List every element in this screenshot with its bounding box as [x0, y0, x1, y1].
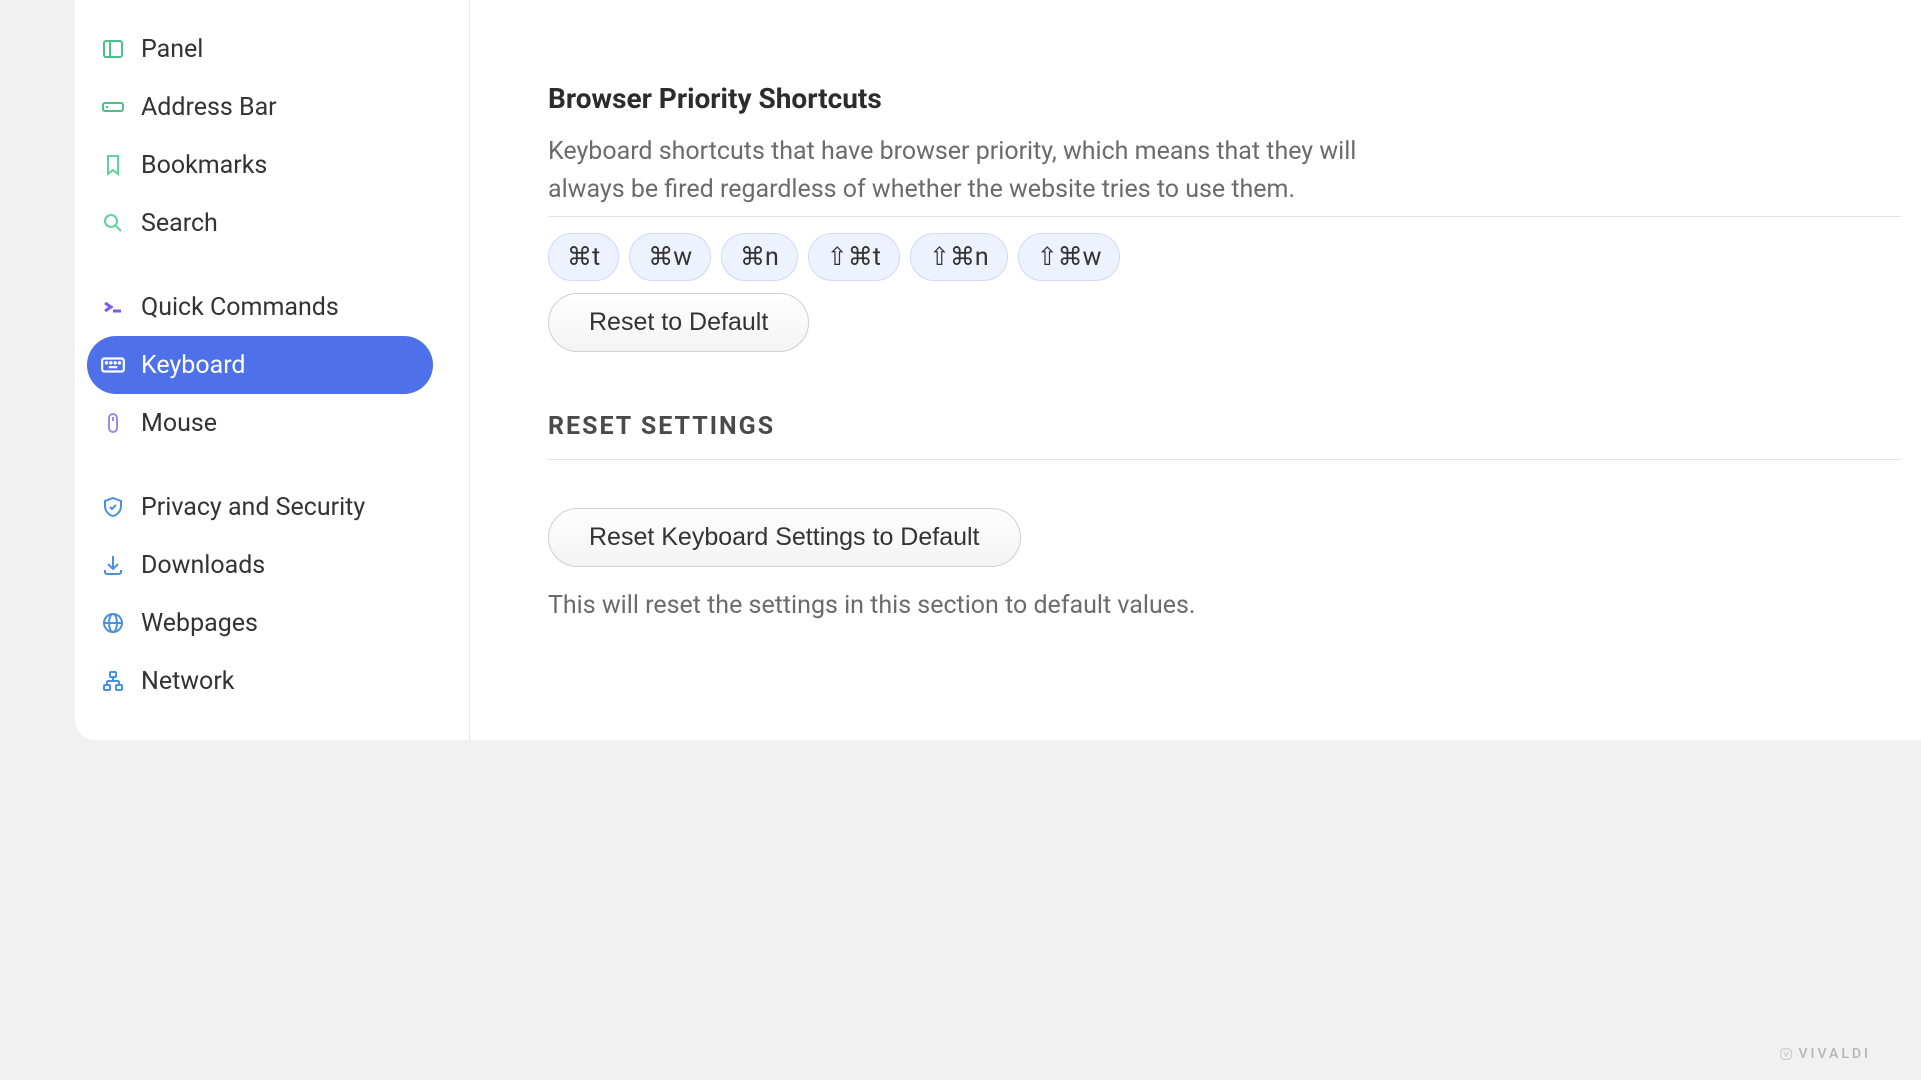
sidebar-item-label: Network	[141, 667, 234, 696]
reset-shortcuts-button[interactable]: Reset to Default	[548, 293, 809, 352]
shortcut-pill[interactable]: ⌘t	[548, 233, 619, 281]
sidebar-spacer	[87, 252, 433, 278]
sidebar-item-label: Webpages	[141, 609, 258, 638]
sidebar-item-privacy[interactable]: Privacy and Security	[87, 478, 433, 536]
sidebar-item-mouse[interactable]: Mouse	[87, 394, 433, 452]
settings-sidebar: Panel Address Bar Bookmarks Search	[75, 0, 470, 740]
sidebar-item-label: Privacy and Security	[141, 493, 365, 522]
brand-badge: VIVALDI	[1779, 1046, 1871, 1062]
priority-shortcuts-title: Browser Priority Shortcuts	[548, 82, 1901, 115]
shortcut-pill[interactable]: ⌘n	[721, 233, 798, 281]
reset-settings-description: This will reset the settings in this sec…	[548, 591, 1901, 620]
sidebar-item-label: Bookmarks	[141, 151, 267, 180]
sidebar-item-label: Mouse	[141, 409, 217, 438]
sidebar-item-label: Keyboard	[141, 351, 246, 380]
shortcut-pill[interactable]: ⌘w	[629, 233, 711, 281]
sidebar-item-label: Panel	[141, 35, 203, 64]
sidebar-item-label: Quick Commands	[141, 293, 339, 322]
network-icon	[99, 667, 127, 695]
sidebar-item-label: Address Bar	[141, 93, 277, 122]
priority-shortcuts-description: Keyboard shortcuts that have browser pri…	[548, 133, 1428, 208]
address-bar-icon	[99, 93, 127, 121]
divider	[548, 216, 1901, 217]
sidebar-item-webpages[interactable]: Webpages	[87, 594, 433, 652]
sidebar-item-label: Search	[141, 209, 218, 238]
sidebar-item-network[interactable]: Network	[87, 652, 433, 710]
settings-main: Browser Priority Shortcuts Keyboard shor…	[470, 0, 1921, 740]
settings-panel: Panel Address Bar Bookmarks Search	[75, 0, 1921, 740]
command-icon	[99, 293, 127, 321]
bookmark-icon	[99, 151, 127, 179]
mouse-icon	[99, 409, 127, 437]
sidebar-item-address-bar[interactable]: Address Bar	[87, 78, 433, 136]
reset-settings-heading: RESET SETTINGS	[548, 412, 1901, 441]
shortcut-pill[interactable]: ⇧⌘t	[808, 233, 900, 281]
globe-icon	[99, 609, 127, 637]
vivaldi-logo-icon	[1779, 1047, 1793, 1061]
sidebar-item-downloads[interactable]: Downloads	[87, 536, 433, 594]
sidebar-item-label: Downloads	[141, 551, 265, 580]
sidebar-item-search[interactable]: Search	[87, 194, 433, 252]
download-icon	[99, 551, 127, 579]
sidebar-item-keyboard[interactable]: Keyboard	[87, 336, 433, 394]
shortcut-pill[interactable]: ⇧⌘w	[1018, 233, 1121, 281]
keyboard-icon	[99, 351, 127, 379]
divider	[548, 459, 1901, 460]
reset-keyboard-settings-button[interactable]: Reset Keyboard Settings to Default	[548, 508, 1021, 567]
sidebar-spacer	[87, 452, 433, 478]
shield-icon	[99, 493, 127, 521]
shortcut-pill[interactable]: ⇧⌘n	[910, 233, 1008, 281]
priority-shortcuts-container[interactable]: ⌘t ⌘w ⌘n ⇧⌘t ⇧⌘n ⇧⌘w	[548, 225, 1901, 281]
panel-icon	[99, 35, 127, 63]
brand-label: VIVALDI	[1799, 1046, 1871, 1062]
sidebar-item-bookmarks[interactable]: Bookmarks	[87, 136, 433, 194]
sidebar-item-quick-commands[interactable]: Quick Commands	[87, 278, 433, 336]
search-icon	[99, 209, 127, 237]
sidebar-item-panel[interactable]: Panel	[87, 20, 433, 78]
